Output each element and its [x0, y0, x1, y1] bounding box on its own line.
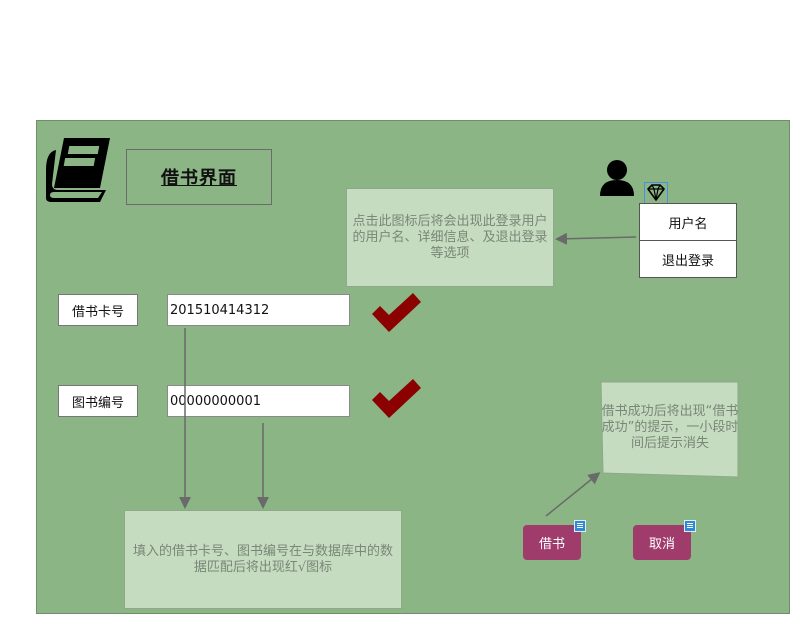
match-note-text: 填入的借书卡号、图书编号在与数据库中的数据匹配后将出现红√图标 [132, 543, 393, 575]
cancel-button-label: 取消 [648, 537, 675, 552]
match-note: 填入的借书卡号、图书编号在与数据库中的数据匹配后将出现红√图标 [124, 510, 402, 609]
cancel-button[interactable]: 取消 [633, 525, 691, 560]
borrow-button-label: 借书 [538, 537, 565, 552]
success-note: 借书成功后将出现“借书成功”的提示，一小段时间后提示消失 [600, 381, 740, 478]
note-icon[interactable] [684, 520, 696, 532]
success-note-text: 借书成功后将出现“借书成功”的提示，一小段时间后提示消失 [601, 404, 739, 451]
borrow-button[interactable]: 借书 [523, 525, 581, 560]
note-icon[interactable] [574, 520, 586, 532]
